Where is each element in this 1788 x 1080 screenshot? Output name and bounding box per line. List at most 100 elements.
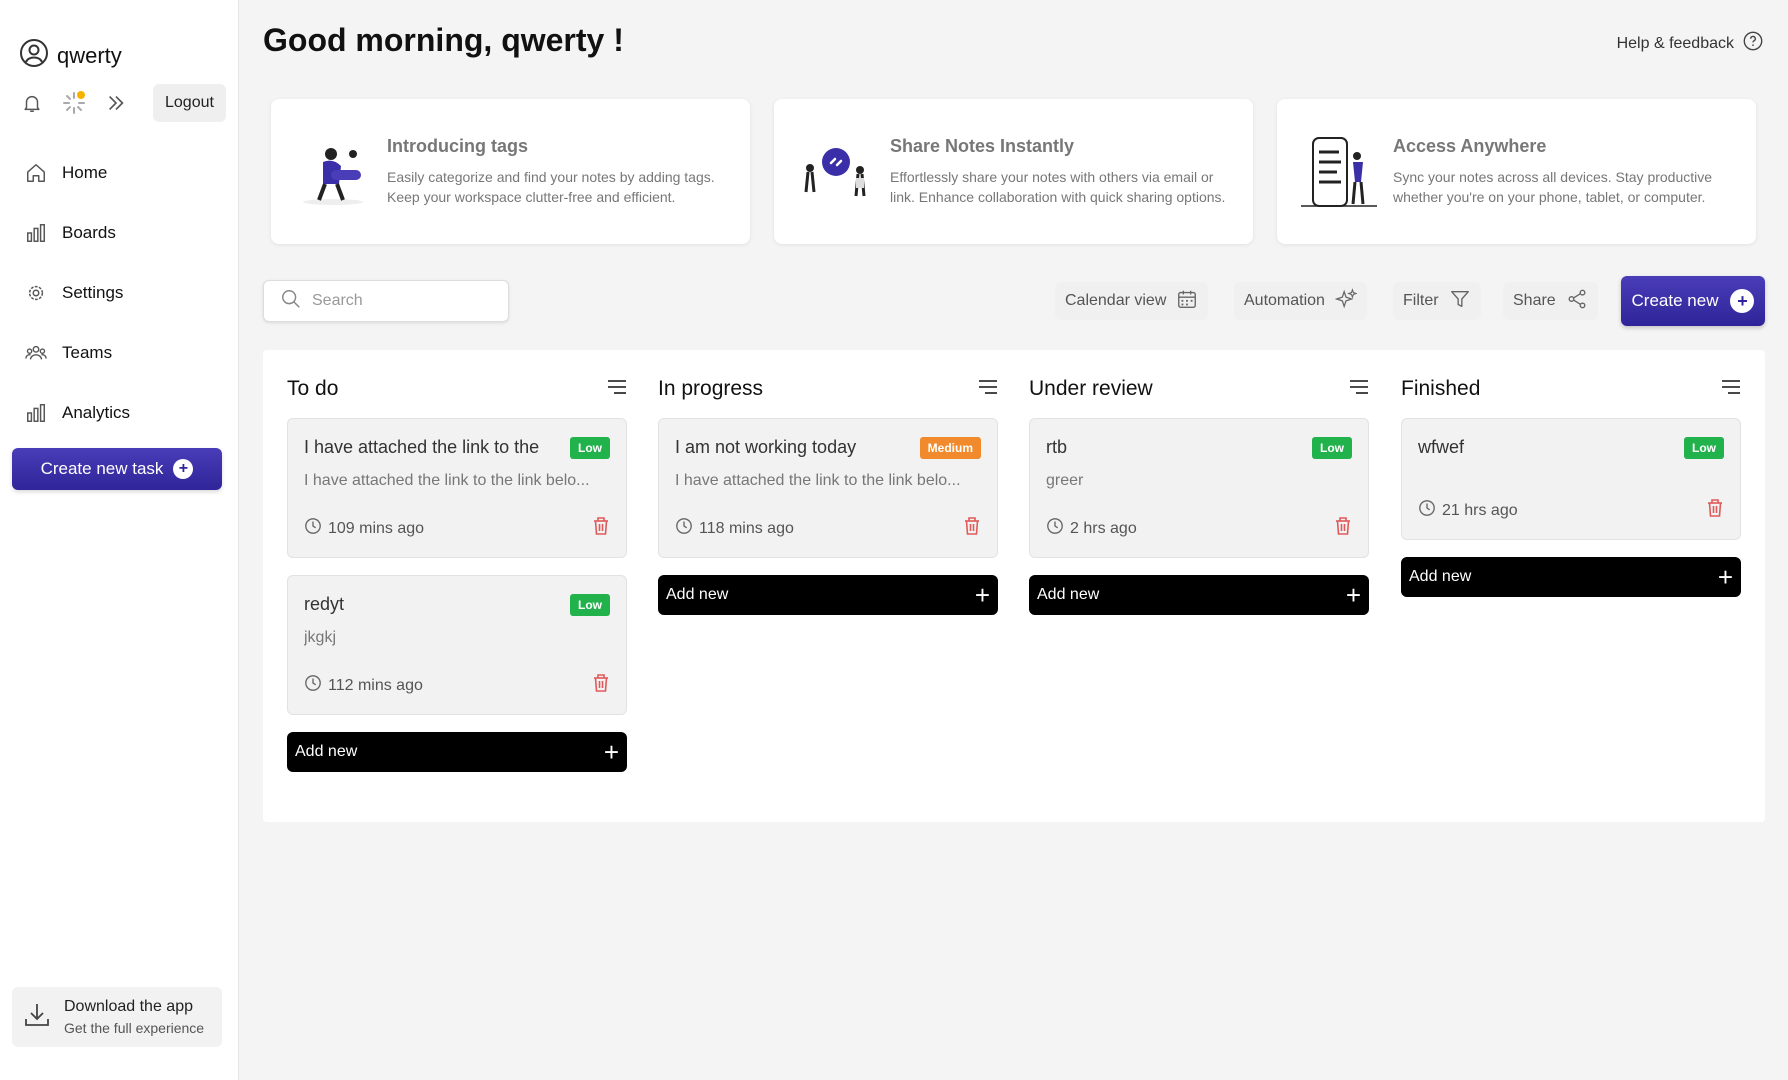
task-description: greer xyxy=(1046,472,1084,489)
task-card[interactable]: I have attached the link to the Low I ha… xyxy=(287,418,627,558)
sidebar-item-settings[interactable]: Settings xyxy=(24,263,224,323)
share-button[interactable]: Share xyxy=(1503,282,1598,320)
logout-button[interactable]: Logout xyxy=(153,84,226,122)
column-header: In progress xyxy=(658,374,998,404)
sidebar-item-analytics[interactable]: Analytics xyxy=(24,383,224,443)
search-input[interactable] xyxy=(312,292,492,310)
task-time-label: 118 mins ago xyxy=(699,519,794,537)
task-title: redyt xyxy=(304,594,345,614)
task-footer: 118 mins ago xyxy=(675,516,981,541)
add-new-button[interactable]: Add new + xyxy=(1029,575,1369,615)
filter-label: Filter xyxy=(1403,292,1439,309)
analytics-icon xyxy=(24,401,48,425)
add-new-button[interactable]: Add new + xyxy=(1401,557,1741,597)
plus-icon: + xyxy=(603,737,619,767)
info-cards: Introducing tags Easily categorize and f… xyxy=(271,99,1756,244)
trash-icon[interactable] xyxy=(1334,516,1352,541)
column-todo: To do I have attached the link to the Lo… xyxy=(287,350,627,772)
column-title: Finished xyxy=(1401,377,1481,400)
clock-icon xyxy=(1046,517,1064,540)
info-card-text: Effortlessly share your notes with other… xyxy=(890,169,1226,205)
plus-circle-icon: + xyxy=(173,459,194,479)
task-title: I am not working today xyxy=(675,437,857,457)
sidebar-tools: Logout xyxy=(19,84,226,122)
sun-loading-icon[interactable] xyxy=(61,90,87,116)
task-time: 118 mins ago xyxy=(675,517,794,540)
bell-icon[interactable] xyxy=(19,90,45,116)
column-title: In progress xyxy=(658,377,764,400)
user-avatar-icon xyxy=(19,38,49,73)
task-time-label: 21 hrs ago xyxy=(1442,501,1518,519)
automation-button[interactable]: Automation xyxy=(1234,282,1367,320)
sidebar-item-teams[interactable]: Teams xyxy=(24,323,224,383)
task-card[interactable]: rtb Low greer 2 hrs ago xyxy=(1029,418,1369,558)
task-card[interactable]: I am not working today Medium I have att… xyxy=(658,418,998,558)
column-menu-icon[interactable] xyxy=(1721,379,1741,400)
kanban-board: To do I have attached the link to the Lo… xyxy=(263,350,1765,822)
help-feedback-label: Help & feedback xyxy=(1616,34,1734,52)
info-card-text: Sync your notes across all devices. Stay… xyxy=(1393,169,1713,205)
column-title: To do xyxy=(287,377,339,400)
task-time-label: 2 hrs ago xyxy=(1070,519,1137,537)
trash-icon[interactable] xyxy=(1706,498,1724,523)
sidebar-item-label: Settings xyxy=(62,283,124,302)
sidebar-item-home[interactable]: Home xyxy=(24,143,224,203)
add-new-label: Add new xyxy=(1409,568,1472,585)
task-footer: 112 mins ago xyxy=(304,673,610,698)
task-card[interactable]: redyt Low jkgkj 112 mins ago xyxy=(287,575,627,715)
download-app-button[interactable]: Download the app Get the full experience xyxy=(12,987,222,1047)
automation-label: Automation xyxy=(1244,292,1325,309)
task-description: I have attached the link to the link bel… xyxy=(675,472,961,489)
column-title: Under review xyxy=(1029,377,1153,400)
create-new-button[interactable]: Create new + xyxy=(1621,276,1765,326)
gear-icon xyxy=(24,281,48,305)
user-profile[interactable]: qwerty xyxy=(19,38,122,73)
sidebar-item-label: Teams xyxy=(62,343,113,362)
task-title: rtb xyxy=(1046,437,1068,457)
phone-illustration-icon xyxy=(1299,132,1379,212)
trash-icon[interactable] xyxy=(963,516,981,541)
column-menu-icon[interactable] xyxy=(607,379,627,400)
info-card-tags: Introducing tags Easily categorize and f… xyxy=(271,99,750,244)
plus-icon: + xyxy=(1717,562,1733,592)
collapse-chevrons-icon[interactable] xyxy=(103,90,129,116)
calendar-view-button[interactable]: Calendar view xyxy=(1055,282,1209,320)
filter-button[interactable]: Filter xyxy=(1393,282,1481,320)
funnel-icon xyxy=(1449,288,1471,315)
trash-icon[interactable] xyxy=(592,516,610,541)
add-new-label: Add new xyxy=(1037,586,1100,603)
create-new-task-label: Create new task xyxy=(40,459,164,478)
home-icon xyxy=(24,161,48,185)
priority-badge: Low xyxy=(570,437,610,459)
priority-badge: Low xyxy=(570,594,610,616)
help-feedback-link[interactable]: Help & feedback xyxy=(1617,30,1764,57)
search-box[interactable] xyxy=(263,280,509,322)
task-time: 2 hrs ago xyxy=(1046,517,1137,540)
task-footer: 21 hrs ago xyxy=(1418,498,1724,523)
task-footer: 109 mins ago xyxy=(304,516,610,541)
column-menu-icon[interactable] xyxy=(978,379,998,400)
create-new-task-button[interactable]: Create new task + xyxy=(12,448,222,490)
task-title: I have attached the link to the xyxy=(304,437,540,457)
add-new-label: Add new xyxy=(666,586,729,603)
info-card-share: Share Notes Instantly Effortlessly share… xyxy=(774,99,1253,244)
trash-icon[interactable] xyxy=(592,673,610,698)
tags-illustration-icon xyxy=(293,132,373,212)
info-card-text: Easily categorize and find your notes by… xyxy=(387,169,715,205)
clock-icon xyxy=(304,674,322,697)
column-in-progress: In progress I am not working today Mediu… xyxy=(658,350,998,615)
column-header: Finished xyxy=(1401,374,1741,404)
plus-icon: + xyxy=(974,580,990,610)
question-circle-icon xyxy=(1742,30,1764,57)
task-footer: 2 hrs ago xyxy=(1046,516,1352,541)
sidebar-item-boards[interactable]: Boards xyxy=(24,203,224,263)
task-time: 109 mins ago xyxy=(304,517,424,540)
priority-badge: Low xyxy=(1312,437,1352,459)
clock-icon xyxy=(1418,499,1436,522)
add-new-button[interactable]: Add new + xyxy=(658,575,998,615)
add-new-button[interactable]: Add new + xyxy=(287,732,627,772)
task-card[interactable]: wfwef Low 21 hrs ago xyxy=(1401,418,1741,540)
column-menu-icon[interactable] xyxy=(1349,379,1369,400)
search-icon xyxy=(280,288,302,315)
share-label: Share xyxy=(1513,292,1556,309)
